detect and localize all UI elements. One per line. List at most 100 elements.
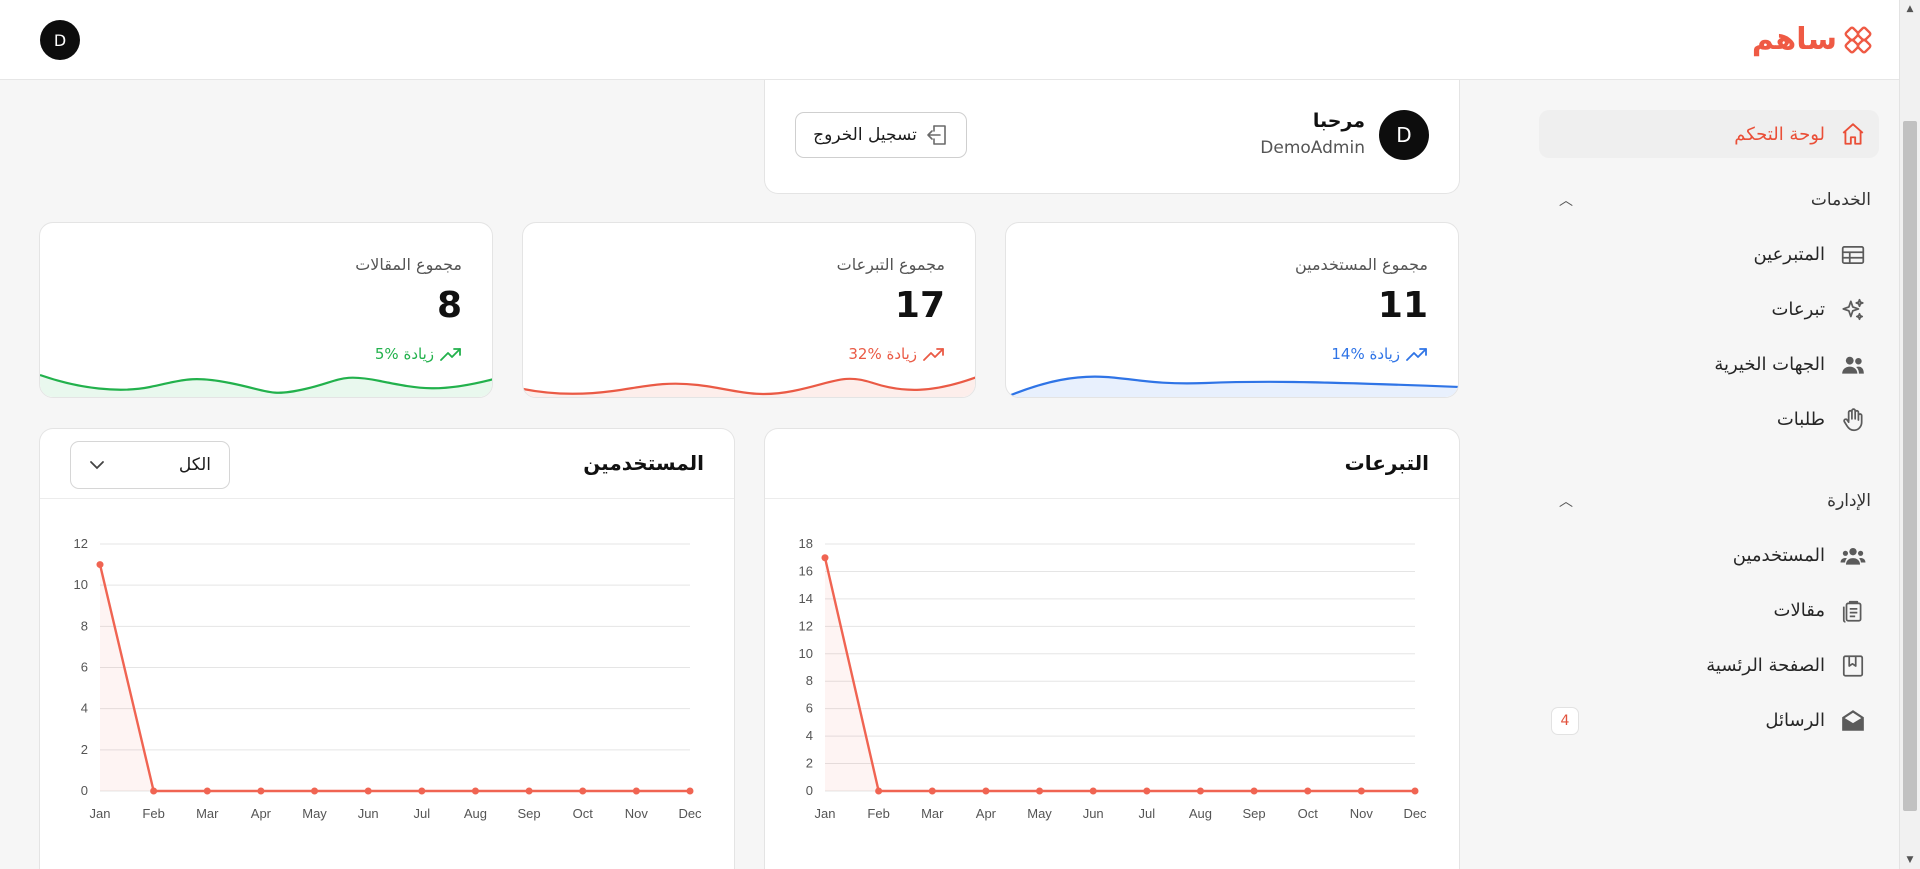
chevron-up-icon: ︿	[1559, 493, 1573, 510]
stat-card-users: مجموع المستخدمين 11 14% زيادة	[1005, 222, 1459, 398]
data-point	[928, 787, 936, 795]
users-icon	[1839, 351, 1867, 379]
y-tick-label: 4	[806, 728, 813, 743]
scroll-up-arrow-icon[interactable]: ▲	[1900, 0, 1920, 18]
stat-title: مجموع المقالات	[355, 255, 462, 274]
app-logo[interactable]: ساهم	[1752, 22, 1873, 58]
data-point	[821, 554, 829, 562]
logo-icon	[1844, 26, 1872, 54]
series-line	[98, 564, 690, 793]
chevron-up-icon: ︿	[1559, 192, 1573, 209]
data-point	[1143, 787, 1151, 795]
x-tick-label: Oct	[573, 806, 594, 821]
stat-title: مجموع المستخدمين	[1294, 255, 1428, 274]
stat-card-articles: مجموع المقالات 8 5% زيادة	[39, 222, 493, 398]
y-tick-label: 10	[74, 577, 88, 592]
x-tick-label: Aug	[1189, 806, 1212, 821]
x-tick-label: Sep	[1243, 806, 1266, 821]
username-text: DemoAdmin	[1260, 138, 1365, 158]
y-tick-label: 2	[81, 742, 88, 757]
x-tick-label: Dec	[678, 806, 702, 821]
x-tick-label: Jan	[815, 806, 836, 821]
users-sparkline	[1010, 375, 1458, 397]
stat-value: 11	[1377, 285, 1428, 326]
x-tick-label: Nov	[625, 806, 649, 821]
donations-chart-card: التبرعات 0 2 4 6 8 10 12 14 16 18 Jan Feb Mar Apr May J…	[764, 428, 1460, 869]
chart-header: التبرعات	[765, 429, 1459, 499]
logout-label: تسجيل الخروج	[813, 125, 917, 145]
logout-icon	[927, 125, 946, 145]
sidebar-item-label: تبرعات	[1771, 299, 1825, 320]
section-admin-toggle[interactable]: الإدارة ︿	[1539, 473, 1879, 528]
x-tick-label: Jun	[358, 806, 379, 821]
filter-value: الكل	[178, 455, 211, 475]
stat-card-donations: مجموع التبرعات 17 32% زيادة	[522, 222, 976, 398]
data-point	[1089, 787, 1097, 795]
sidebar-item-requests[interactable]: طلبات	[1539, 392, 1879, 447]
period-filter-select[interactable]: الكل	[70, 441, 230, 489]
sidebar-item-label: الصفحة الرئسية	[1706, 655, 1825, 676]
sidebar-item-label: لوحة التحكم	[1734, 123, 1825, 145]
chevron-down-icon	[89, 455, 105, 475]
page-scrollbar[interactable]: ▲ ▼	[1899, 0, 1920, 869]
logout-button[interactable]: تسجيل الخروج	[795, 112, 967, 158]
scroll-down-arrow-icon[interactable]: ▼	[1900, 851, 1920, 869]
section-services-toggle[interactable]: الخدمات ︿	[1539, 172, 1879, 227]
stat-title: مجموع التبرعات	[836, 255, 945, 274]
y-tick-label: 12	[799, 618, 813, 633]
sidebar-item-articles[interactable]: مقالات	[1539, 583, 1879, 638]
data-point	[686, 787, 694, 795]
sparkles-icon	[1839, 296, 1867, 324]
x-tick-label: Feb	[142, 806, 164, 821]
sidebar-item-donors[interactable]: المتبرعين	[1539, 227, 1879, 282]
y-tick-label: 4	[81, 701, 88, 716]
sidebar-item-label: مقالات	[1773, 600, 1825, 621]
logo-text: ساهم	[1751, 22, 1837, 57]
user-group-icon	[1839, 542, 1867, 570]
avatar: D	[1379, 110, 1429, 160]
data-point	[1036, 787, 1044, 795]
sidebar-item-label: المستخدمين	[1732, 545, 1825, 566]
data-point	[1196, 787, 1204, 795]
hand-icon	[1839, 406, 1867, 434]
sidebar-item-dashboard[interactable]: لوحة التحكم	[1539, 110, 1879, 158]
envelope-open-icon	[1839, 707, 1867, 735]
scrollbar-thumb[interactable]	[1903, 121, 1917, 811]
y-tick-label: 8	[806, 673, 813, 688]
home-icon	[1839, 120, 1867, 148]
data-point	[1357, 787, 1365, 795]
stat-value: 17	[894, 285, 945, 326]
y-tick-label: 0	[806, 783, 813, 798]
sidebar-item-donations[interactable]: تبرعات	[1539, 282, 1879, 337]
y-tick-label: 14	[799, 591, 813, 606]
clipboard-icon	[1839, 597, 1867, 625]
data-point	[150, 787, 158, 795]
sidebar-item-label: الجهات الخيرية	[1714, 354, 1825, 375]
sidebar-item-charities[interactable]: الجهات الخيرية	[1539, 337, 1879, 392]
chart-title: التبرعات	[1344, 451, 1429, 475]
welcome-card: D مرحبا DemoAdmin تسجيل الخروج	[764, 80, 1460, 194]
series-area	[100, 564, 690, 791]
sidebar-item-messages[interactable]: الرسائل 4	[1539, 693, 1879, 748]
x-tick-label: May	[1027, 806, 1052, 821]
data-point	[471, 787, 479, 795]
sidebar-item-homepage[interactable]: الصفحة الرئسية	[1539, 638, 1879, 693]
user-avatar-button[interactable]: D	[40, 20, 80, 60]
series-line	[823, 557, 1415, 793]
data-point	[579, 787, 587, 795]
chart-header: المستخدمين الكل	[40, 429, 734, 499]
sidebar-item-users[interactable]: المستخدمين	[1539, 528, 1879, 583]
series-area	[825, 557, 1415, 791]
data-point	[632, 787, 640, 795]
x-tick-label: Apr	[251, 806, 272, 821]
data-point	[418, 787, 426, 795]
x-tick-label: Jan	[90, 806, 111, 821]
table-icon	[1839, 241, 1867, 269]
x-tick-label: Jul	[1139, 806, 1156, 821]
data-point	[203, 787, 211, 795]
users-chart-card: المستخدمين الكل 0 2 4 6 8 10 12 Jan Feb Mar Apr May…	[39, 428, 735, 869]
sidebar-item-label: طلبات	[1776, 409, 1825, 430]
x-tick-label: Jun	[1083, 806, 1104, 821]
x-tick-label: Mar	[196, 806, 219, 821]
articles-sparkline	[40, 373, 492, 397]
